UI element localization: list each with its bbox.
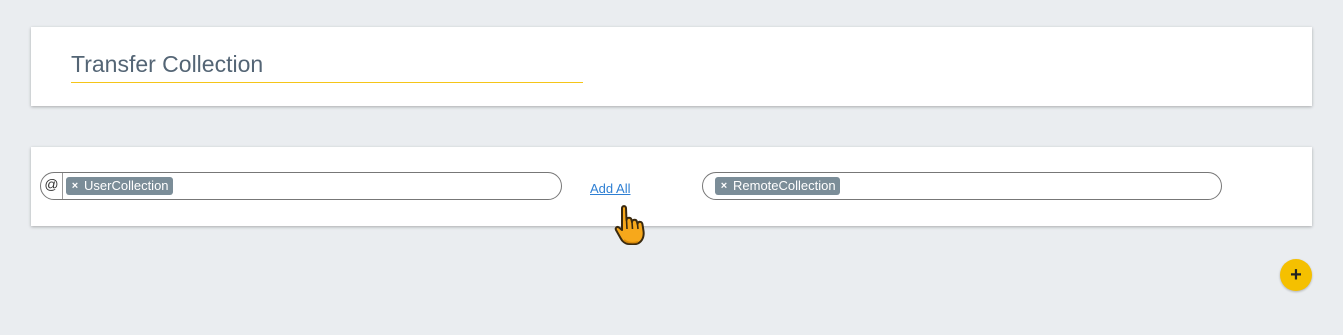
add-fab-button[interactable]: + [1280, 259, 1312, 291]
add-all-link[interactable]: Add All [590, 181, 630, 196]
target-collection-input[interactable]: × RemoteCollection [702, 172, 1222, 200]
collection-title-field[interactable]: Transfer Collection [71, 49, 583, 83]
chip-remove-icon[interactable]: × [718, 177, 730, 195]
transfer-card: @ × UserCollection Add All × RemoteColle… [31, 147, 1312, 226]
source-collection-chip: × UserCollection [66, 177, 173, 195]
hand-pointer-icon [614, 205, 645, 245]
title-card: Transfer Collection [31, 27, 1312, 106]
chip-remove-icon[interactable]: × [69, 177, 81, 195]
source-collection-input[interactable]: @ × UserCollection [40, 172, 562, 200]
target-chip-label: RemoteCollection [733, 178, 836, 193]
target-collection-chip: × RemoteCollection [715, 177, 840, 195]
collection-title: Transfer Collection [71, 51, 264, 77]
source-chip-label: UserCollection [84, 178, 169, 193]
at-prefix: @ [41, 173, 63, 199]
